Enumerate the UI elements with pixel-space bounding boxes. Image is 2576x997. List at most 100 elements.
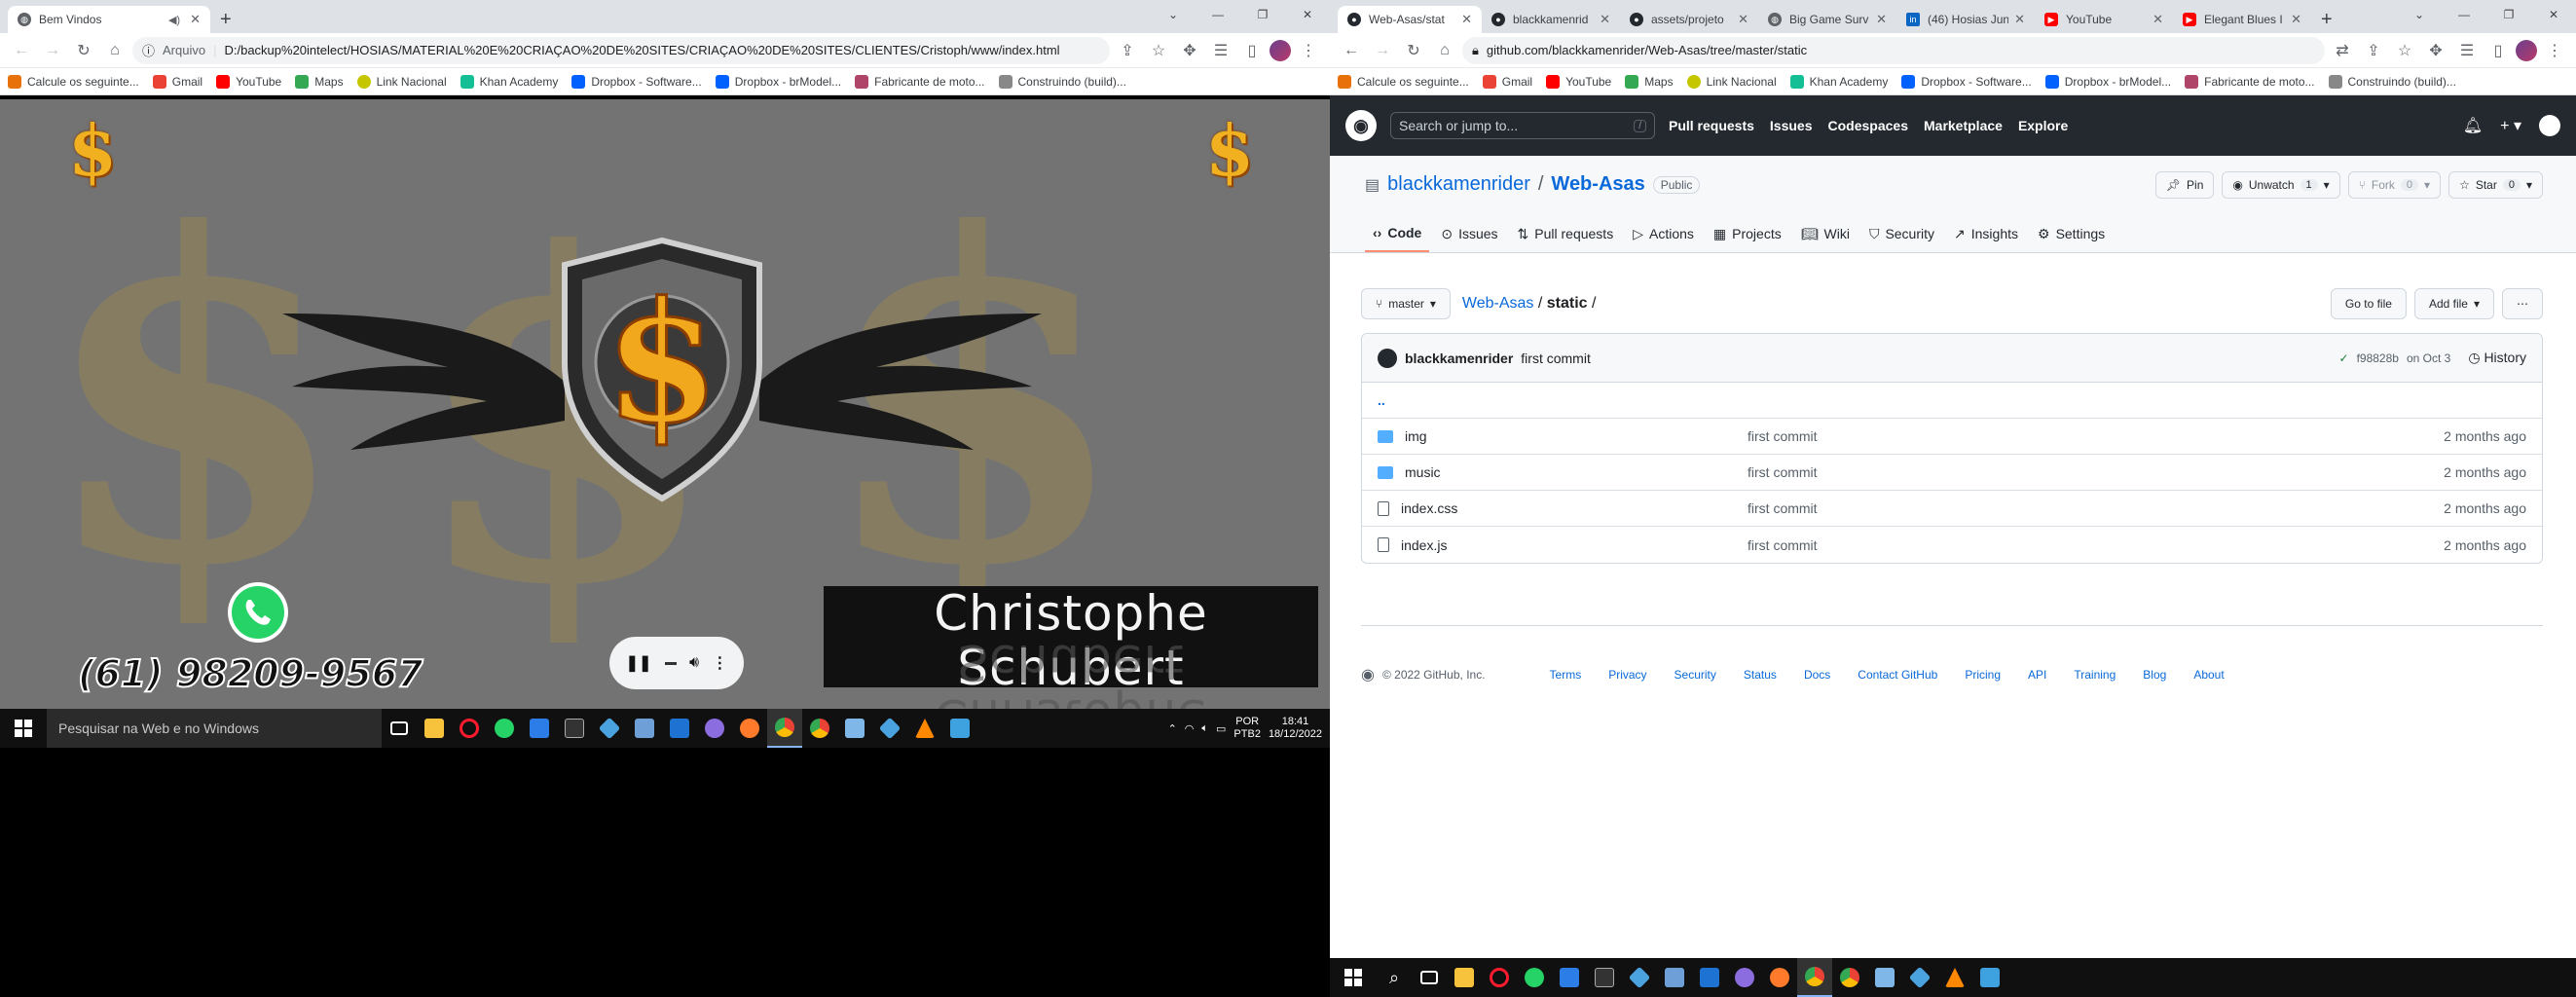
more-options-button[interactable]: ⋯	[2502, 288, 2543, 319]
bookmark-item[interactable]: Maps	[295, 74, 344, 89]
keyboard-language[interactable]: POR PTB2	[1233, 716, 1261, 741]
star-icon[interactable]: ☆	[1145, 37, 1172, 64]
commit-hash[interactable]: f98828b	[2357, 351, 2399, 365]
messenger-icon[interactable]	[697, 709, 732, 748]
nav-issues[interactable]: Issues	[1770, 118, 1813, 133]
extensions-icon[interactable]: ✥	[2422, 37, 2449, 64]
messenger-icon[interactable]	[1727, 958, 1762, 997]
close-tab-icon[interactable]: ✕	[2291, 12, 2301, 27]
pin-button[interactable]: 📌︎ Pin	[2154, 171, 2215, 199]
bookmark-item[interactable]: YouTube	[216, 74, 281, 89]
chevron-up-icon[interactable]: ⌃	[1168, 722, 1177, 735]
footer-link[interactable]: Blog	[2143, 668, 2166, 682]
file-row-index-css[interactable]: index.css first commit 2 months ago	[1362, 491, 2542, 527]
file-name[interactable]: music	[1405, 464, 1441, 480]
bookmark-item[interactable]: Dropbox - brModel...	[2044, 74, 2171, 89]
tab-blackkamenrider[interactable]: ● blackkamenrid ✕	[1482, 6, 1620, 33]
git-icon[interactable]	[1902, 958, 1937, 997]
translate-icon[interactable]: ⇄	[2329, 37, 2356, 64]
tab-big-game[interactable]: ◍ Big Game Surv ✕	[1758, 6, 1896, 33]
notepad-icon[interactable]	[837, 709, 872, 748]
app-icon[interactable]	[942, 709, 977, 748]
address-bar[interactable]: 🔒︎ github.com/blackkamenrider/Web-Asas/t…	[1462, 36, 2325, 64]
file-name[interactable]: index.css	[1401, 500, 1457, 516]
bookmark-item[interactable]: Link Nacional	[356, 74, 447, 89]
footer-link[interactable]: Security	[1674, 668, 1716, 682]
repo-name-link[interactable]: Web-Asas	[1551, 173, 1644, 196]
footer-link[interactable]: About	[2193, 668, 2224, 682]
nav-marketplace[interactable]: Marketplace	[1924, 118, 2003, 133]
reload-button[interactable]: ↻	[1400, 37, 1427, 64]
commit-message[interactable]: first commit	[1521, 351, 1591, 366]
bookmark-item[interactable]: Gmail	[1482, 74, 1532, 89]
new-tab-button[interactable]: +	[2311, 6, 2342, 33]
tab-projects[interactable]: ▦ Projects	[1706, 215, 1789, 252]
reading-list-icon[interactable]: ☰	[2453, 37, 2481, 64]
tab-linkedin[interactable]: in (46) Hosias Jun ✕	[1896, 6, 2035, 33]
tab-wiki[interactable]: 📖︎ Wiki	[1793, 215, 1858, 252]
footer-link[interactable]: API	[2028, 668, 2046, 682]
go-to-file-button[interactable]: Go to file	[2330, 288, 2407, 319]
unwatch-button[interactable]: ◉ Unwatch 1 ▾	[2222, 171, 2340, 199]
nav-codespaces[interactable]: Codespaces	[1828, 118, 1908, 133]
close-tab-icon[interactable]: ✕	[190, 12, 201, 27]
chrome-icon[interactable]	[802, 709, 837, 748]
menu-icon[interactable]: ⋮	[2541, 37, 2568, 64]
bookmark-item[interactable]: Fabricante de moto...	[2185, 74, 2315, 89]
git-icon[interactable]	[872, 709, 907, 748]
reading-list-icon[interactable]: ☰	[1207, 37, 1234, 64]
menu-icon[interactable]: ⋮	[1295, 37, 1322, 64]
close-tab-icon[interactable]: ✕	[2014, 12, 2025, 27]
star-icon[interactable]: ☆	[2391, 37, 2418, 64]
speaker-icon[interactable]: ◀)	[168, 14, 180, 26]
whatsapp-taskbar-icon[interactable]	[487, 709, 522, 748]
volume-icon[interactable]: 🔊︎	[689, 654, 699, 672]
outlook-icon[interactable]	[662, 709, 697, 748]
bookmark-item[interactable]: Gmail	[152, 74, 202, 89]
bookmark-item[interactable]: Dropbox - brModel...	[715, 74, 841, 89]
tab-assets[interactable]: ● assets/projeto ✕	[1620, 6, 1758, 33]
close-window-button[interactable]: ✕	[2531, 0, 2576, 33]
whatsapp-taskbar-icon[interactable]	[1517, 958, 1552, 997]
vlc-icon[interactable]	[1937, 958, 1972, 997]
forward-button[interactable]: →	[39, 37, 66, 64]
bookmark-item[interactable]: Khan Academy	[1789, 74, 1888, 89]
tab-youtube[interactable]: ▶ YouTube ✕	[2035, 6, 2173, 33]
new-tab-button[interactable]: +	[210, 6, 241, 33]
file-row-img[interactable]: img first commit 2 months ago	[1362, 419, 2542, 455]
tab-insights[interactable]: ↗ Insights	[1946, 215, 2026, 252]
clock[interactable]: 18:41 18/12/2022	[1269, 716, 1322, 741]
bookmark-item[interactable]: Maps	[1625, 74, 1674, 89]
footer-link[interactable]: Terms	[1550, 668, 1582, 682]
network-icon[interactable]	[627, 709, 662, 748]
notes-icon[interactable]	[522, 709, 557, 748]
bookmark-item[interactable]: Fabricante de moto...	[855, 74, 985, 89]
bookmark-item[interactable]: YouTube	[1546, 74, 1611, 89]
file-commit-message[interactable]: first commit	[1748, 464, 2444, 480]
extensions-icon[interactable]: ✥	[1176, 37, 1203, 64]
back-button[interactable]: ←	[8, 37, 35, 64]
check-icon[interactable]: ✓	[2339, 351, 2349, 365]
tab-bem-vindos[interactable]: ◍ Bem Vindos ◀) ✕	[8, 6, 210, 33]
chrome-icon[interactable]	[1832, 958, 1867, 997]
restore-button[interactable]: ❐	[2486, 0, 2531, 33]
github-logo-icon[interactable]: ◉	[1345, 110, 1377, 141]
commit-author[interactable]: blackkamenrider	[1405, 351, 1513, 366]
tab-pull-requests[interactable]: ⇅ Pull requests	[1510, 215, 1622, 252]
terminal-icon[interactable]	[1587, 958, 1622, 997]
parent-dir-link[interactable]: ..	[1378, 392, 1385, 408]
history-link[interactable]: ◷ History	[2468, 350, 2526, 366]
github-logo-icon[interactable]: ◉	[1361, 665, 1375, 684]
terminal-icon[interactable]	[557, 709, 592, 748]
notification-icon[interactable]: ▭	[1216, 722, 1226, 735]
tab-settings[interactable]: ⚙︎ Settings	[2030, 215, 2113, 252]
chevron-down-icon[interactable]: ⌄	[1151, 0, 1196, 33]
bookmark-item[interactable]: Construindo (build)...	[998, 74, 1126, 89]
search-icon[interactable]: ⌕	[1377, 958, 1412, 997]
notes-icon[interactable]	[1552, 958, 1587, 997]
bookmark-item[interactable]: Construindo (build)...	[2328, 74, 2456, 89]
tab-security[interactable]: ⛉ Security	[1861, 215, 1942, 252]
github-search-input[interactable]: Search or jump to... /	[1390, 112, 1655, 139]
info-icon[interactable]: ⓘ	[142, 41, 155, 59]
fork-button[interactable]: ⑂ Fork 0 ▾	[2347, 171, 2442, 199]
